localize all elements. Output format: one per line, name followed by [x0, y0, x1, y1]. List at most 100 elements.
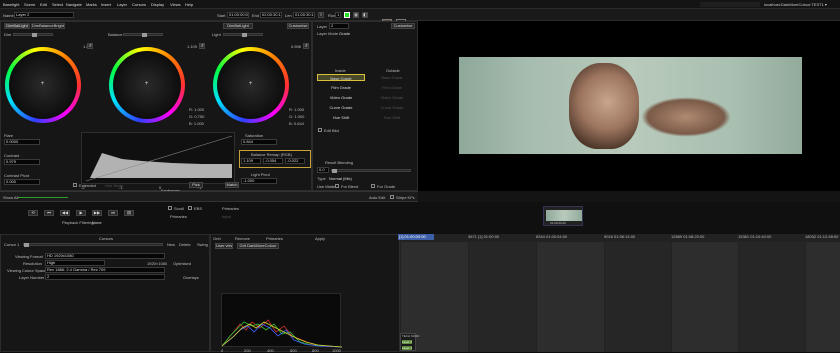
- scope-tab-apply[interactable]: Apply: [315, 236, 325, 241]
- saturation-field[interactable]: 0.844: [241, 139, 277, 145]
- light-r[interactable]: R: 1.000: [289, 107, 304, 112]
- playback-filtering-value[interactable]: None: [92, 220, 102, 225]
- timeline-cell-6-tc[interactable]: 15361 01:10:40:00: [738, 234, 771, 240]
- menu-display[interactable]: Display: [151, 2, 164, 7]
- blend-value-field[interactable]: 0.0: [317, 167, 329, 173]
- scroll-checkbox[interactable]: [168, 206, 172, 210]
- name-field[interactable]: Layer 2: [14, 12, 74, 18]
- edit-bkd-checkbox[interactable]: [318, 128, 322, 132]
- scope-tab-primaries[interactable]: Primaries: [266, 236, 283, 241]
- track-layer-2[interactable]: Layer 2: [402, 340, 413, 344]
- cursor-slider[interactable]: [23, 243, 163, 247]
- timeline-cell-1-tc[interactable]: [1] 01:00:00:00: [398, 234, 434, 240]
- swing-button[interactable]: Swing: [197, 242, 208, 247]
- timeline-shot-3[interactable]: [536, 242, 604, 352]
- menu-insert[interactable]: Insert: [101, 2, 111, 7]
- inside-video-grade[interactable]: Video Grade: [317, 94, 365, 101]
- contrast-field[interactable]: 0.979: [4, 159, 40, 165]
- shot-thumbnail[interactable]: 01:00:00:00: [543, 206, 583, 226]
- green-swatch-button[interactable]: [344, 12, 350, 18]
- customise-button[interactable]: Customise: [287, 23, 309, 29]
- light-value[interactable]: 0.596: [291, 44, 301, 49]
- menu-edit[interactable]: Edit: [40, 2, 47, 7]
- image-viewer[interactable]: [418, 21, 840, 191]
- balance-remap-r[interactable]: 1.109: [241, 158, 261, 164]
- stripe-kf-label[interactable]: Stripe KFs: [396, 195, 415, 200]
- tab-dimballight[interactable]: DimBalLight: [4, 23, 30, 29]
- menu-help[interactable]: Help: [185, 2, 193, 7]
- viewing-colour-space-field[interactable]: Rec 1886: 2.4 Gamma / Rec 709: [45, 267, 165, 273]
- play-icon[interactable]: ▶: [76, 210, 86, 216]
- wipe-icon[interactable]: ◧: [362, 12, 368, 18]
- outside-curve-grade[interactable]: Curve Grade: [369, 104, 415, 111]
- balance-slider[interactable]: [123, 33, 163, 37]
- menu-marks[interactable]: Marks: [86, 2, 97, 7]
- end-field[interactable]: 02:00:30:11: [260, 12, 282, 18]
- light-g[interactable]: G: 1.000: [289, 114, 304, 119]
- step-back-icon[interactable]: ◀◀: [60, 210, 70, 216]
- layer-field[interactable]: 2: [329, 23, 349, 29]
- layer-number-field[interactable]: 2: [45, 274, 165, 280]
- layer-mode-value[interactable]: Grade: [339, 31, 350, 36]
- ebs-mode-value[interactable]: Primaries: [222, 206, 239, 211]
- auto-edit-label[interactable]: Auto Edit: [369, 195, 385, 200]
- overlays-label[interactable]: Overlays: [183, 275, 199, 280]
- user-view-button[interactable]: User view: [215, 243, 233, 249]
- balance-reset-icon[interactable]: ↺: [199, 43, 205, 49]
- menu-scene[interactable]: Scene: [24, 2, 35, 7]
- timeline-shot-7[interactable]: [805, 242, 840, 352]
- blend-slider[interactable]: [331, 169, 411, 173]
- inside-base-grade[interactable]: Base Grade: [317, 74, 365, 81]
- inside-hue-shift[interactable]: Hue Shift: [317, 114, 365, 121]
- balance-remap-b[interactable]: -0.022: [285, 158, 305, 164]
- host-info[interactable]: localhost:DarkMoreColour:TEST1 ▾: [764, 2, 827, 7]
- dim-crosshair-icon[interactable]: +: [40, 81, 45, 87]
- light-pivot-field[interactable]: -1.000: [241, 178, 277, 184]
- for-grade-checkbox[interactable]: [371, 184, 375, 188]
- timeline-cell-3-tc[interactable]: 6344 01:00:04:00: [536, 234, 567, 240]
- timeline-cell-5-tc[interactable]: 12689 01:08:20:00: [671, 234, 704, 240]
- timeline-shot-4[interactable]: [604, 242, 671, 352]
- menu-select[interactable]: Select: [52, 2, 63, 7]
- balance-remap-g[interactable]: -0.054: [263, 158, 283, 164]
- grid-icon[interactable]: ▦: [353, 12, 359, 18]
- menu-baselight[interactable]: Baselight: [3, 2, 19, 7]
- len-field[interactable]: 01:00:30:12: [293, 12, 315, 18]
- timeline-shot-2[interactable]: [468, 242, 536, 352]
- inside-film-grade[interactable]: Film Grade: [317, 84, 365, 91]
- menu-views[interactable]: Views: [170, 2, 181, 7]
- light-crosshair-icon[interactable]: +: [248, 81, 253, 87]
- balance-value[interactable]: 1.109: [187, 44, 197, 49]
- timeline-cell-2-tc[interactable]: 3671 [1] 01:00:00: [468, 234, 499, 240]
- show-all-label[interactable]: Show All: [3, 195, 18, 200]
- pick-button[interactable]: Pick: [189, 182, 203, 188]
- layer-customise-button[interactable]: Customise: [391, 23, 415, 29]
- light-slider[interactable]: [223, 33, 263, 37]
- light-b[interactable]: B: 0.644: [289, 121, 304, 126]
- scope-tab-remove[interactable]: Remove: [235, 236, 250, 241]
- viewing-format-field[interactable]: HD 1920x1080: [45, 253, 165, 259]
- flare-field[interactable]: 0.0000: [4, 139, 40, 145]
- match-button[interactable]: Match: [225, 182, 239, 188]
- inside-curve-grade[interactable]: Curve Grade: [317, 104, 365, 111]
- start-field[interactable]: 01:00:00:00: [227, 12, 249, 18]
- stripe-kf-checkbox[interactable]: [390, 195, 394, 199]
- scope-tab-grid[interactable]: Grid: [213, 236, 221, 241]
- link-icon[interactable]: ⛓: [124, 210, 134, 216]
- timeline-cell-7-tc[interactable]: 18032 01:12:48:00: [805, 234, 838, 240]
- resolution-field[interactable]: High: [45, 260, 105, 266]
- ebs-checkbox[interactable]: [188, 206, 192, 210]
- mode-dropdown[interactable]: DimBalLight: [223, 23, 253, 29]
- outside-hue-shift[interactable]: Hue Shift: [369, 114, 415, 121]
- track-tech-mask[interactable]: TECH MASK: [402, 334, 420, 338]
- extended-checkbox[interactable]: [73, 183, 77, 187]
- go-end-icon[interactable]: ⏭: [108, 210, 118, 216]
- balance-b[interactable]: B: 1.000: [189, 121, 204, 126]
- type-value[interactable]: Normal (Mix): [329, 176, 352, 181]
- cursor-label[interactable]: Cursor 1: [4, 242, 19, 247]
- contrast-pivot-field[interactable]: 0.000: [4, 179, 40, 185]
- toolbar-menu-button[interactable]: ≡: [318, 12, 324, 18]
- dim-slider[interactable]: [13, 33, 53, 37]
- outside-base-grade[interactable]: Base Grade: [369, 74, 415, 81]
- view-selector[interactable]: Grit DarkMoreColour: [237, 243, 279, 249]
